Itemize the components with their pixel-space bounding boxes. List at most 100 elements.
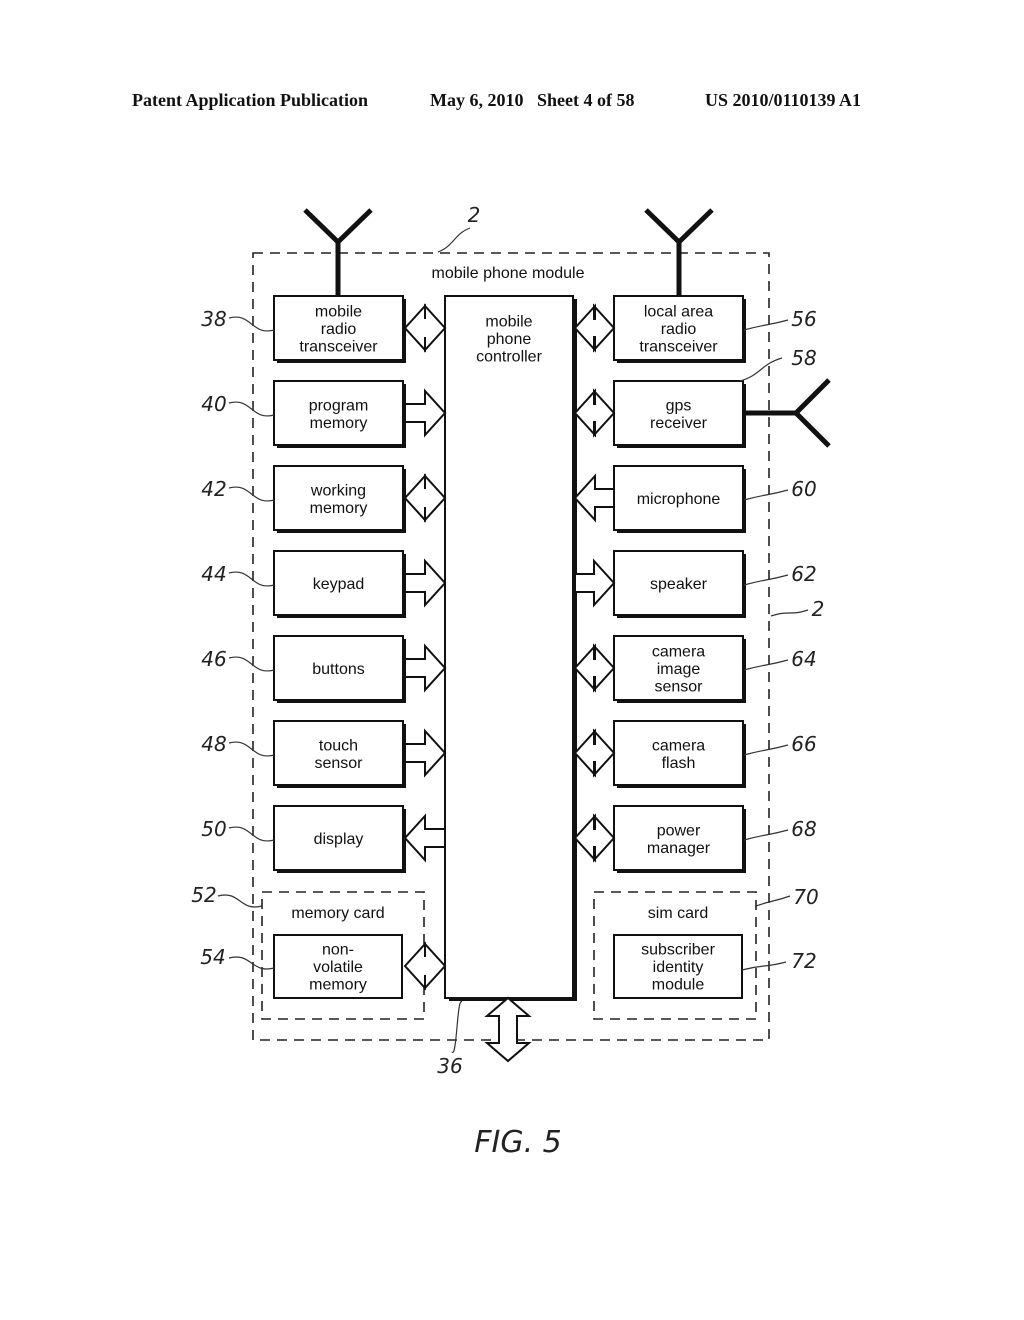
block-power-manager-reference-number: 68 [791, 817, 816, 841]
controller-label: controller [476, 349, 542, 366]
block-microphone-arrow [573, 473, 615, 523]
block-program-memory-arrow [404, 388, 447, 438]
block-working-memory-reference-number: 42 [201, 477, 226, 501]
block-camera-image-sensor-label: camera [652, 644, 705, 661]
block-keypad-label: keypad [313, 576, 365, 593]
block-camera-image-sensor-arrow [573, 643, 616, 693]
external-bus-arrow [484, 996, 532, 1063]
block-display-reference-leader [228, 826, 275, 842]
block-subscriber-identity-module-label: identity [653, 959, 704, 976]
memory-card-title: memory card [291, 905, 384, 922]
block-gps-receiver-antenna-icon [746, 378, 831, 448]
block-local-area-radio-transceiver-reference-number: 56 [791, 307, 816, 331]
block-mobile-radio-transceiver-reference-leader [228, 316, 275, 332]
block-display-reference-number: 50 [201, 817, 226, 841]
block-buttons-reference-number: 46 [201, 647, 226, 671]
block-power-manager-label: manager [647, 840, 711, 857]
block-camera-flash-reference-number: 66 [791, 732, 816, 756]
mobile-phone-controller [444, 295, 574, 999]
sim-card-reference-number: 70 [793, 885, 818, 909]
controller-label: phone [487, 331, 532, 348]
subscriber-identity-module-reference-number: 72 [791, 949, 816, 973]
sim-card-reference-leader [755, 895, 791, 907]
block-speaker-reference-leader [743, 574, 789, 586]
block-local-area-radio-transceiver-arrow [573, 303, 616, 353]
block-gps-receiver-label: gps [666, 397, 692, 414]
block-touch-sensor-reference-number: 48 [201, 732, 226, 756]
block-microphone-reference-number: 60 [791, 477, 816, 501]
block-gps-receiver-arrow [573, 388, 616, 438]
block-mobile-radio-transceiver-label: mobile [315, 304, 362, 321]
block-mobile-radio-transceiver-label: transceiver [299, 339, 378, 356]
module-side-reference-leader [770, 609, 809, 617]
block-camera-image-sensor-reference-number: 64 [791, 647, 816, 671]
block-speaker-label: speaker [650, 576, 708, 593]
block-non-volatile-memory-label: memory [309, 977, 367, 994]
block-camera-flash-label: camera [652, 737, 705, 754]
block-non-volatile-memory-label: non- [322, 942, 354, 959]
block-working-memory-arrow [403, 473, 447, 523]
block-display-label: display [314, 831, 364, 848]
block-power-manager-label: power [657, 822, 701, 839]
block-display-arrow [403, 813, 446, 863]
subscriber-identity-module-reference-leader [741, 961, 787, 971]
block-mobile-radio-transceiver-arrow [403, 303, 447, 353]
block-non-volatile-memory-arrow [403, 941, 447, 991]
block-camera-flash-label: flash [662, 755, 696, 772]
module-reference-number: 2 [468, 203, 481, 227]
sim-card-title: sim card [648, 905, 708, 922]
figure-caption: FIG. 5 [474, 1125, 562, 1160]
block-speaker-reference-number: 62 [791, 562, 816, 586]
block-keypad-reference-number: 44 [201, 562, 226, 586]
block-non-volatile-memory-label: volatile [313, 959, 363, 976]
block-program-memory-label: memory [310, 415, 368, 432]
module-reference-leader [437, 227, 471, 253]
block-local-area-radio-transceiver-label: transceiver [639, 339, 718, 356]
block-local-area-radio-transceiver-label: local area [644, 304, 713, 321]
module-reference-number-side: 2 [812, 597, 825, 621]
block-gps-receiver-reference-leader [739, 357, 783, 382]
block-camera-image-sensor-label: sensor [654, 679, 703, 696]
block-mobile-radio-transceiver-reference-number: 38 [201, 307, 226, 331]
block-gps-receiver-label: receiver [650, 415, 708, 432]
block-working-memory-label: working [310, 482, 366, 499]
non-volatile-memory-reference-leader [228, 956, 275, 970]
memory-card-reference-leader [217, 894, 263, 908]
block-camera-flash-reference-leader [743, 744, 789, 756]
non-volatile-memory-reference-number: 54 [200, 945, 225, 969]
block-program-memory-reference-leader [228, 401, 275, 417]
block-keypad-reference-leader [228, 571, 275, 587]
block-buttons-arrow [404, 643, 447, 693]
block-camera-image-sensor-label: image [657, 661, 701, 678]
block-working-memory-label: memory [310, 500, 368, 517]
controller-reference-leader [451, 1001, 463, 1053]
block-subscriber-identity-module-label: module [652, 977, 705, 994]
module-title: mobile phone module [432, 265, 585, 282]
block-keypad-arrow [404, 558, 447, 608]
block-local-area-radio-transceiver-label: radio [661, 321, 697, 338]
controller-label: mobile [485, 314, 532, 331]
block-microphone-reference-leader [743, 489, 789, 501]
block-diagram: mobile phone module22mobilephonecontroll… [191, 203, 831, 1160]
block-local-area-radio-transceiver-reference-leader [743, 319, 789, 331]
block-touch-sensor-label: touch [319, 737, 358, 754]
block-microphone-label: microphone [637, 491, 721, 508]
block-camera-flash-arrow [573, 728, 616, 778]
block-gps-receiver-reference-number: 58 [791, 346, 816, 370]
block-program-memory-label: program [309, 397, 369, 414]
block-power-manager-reference-leader [743, 829, 789, 841]
block-subscriber-identity-module-label: subscriber [641, 942, 715, 959]
memory-card-reference-number: 52 [191, 883, 216, 907]
block-power-manager-arrow [573, 813, 616, 863]
block-program-memory-reference-number: 40 [201, 392, 226, 416]
block-buttons-label: buttons [312, 661, 364, 678]
block-speaker-arrow [574, 558, 616, 608]
block-touch-sensor-label: sensor [314, 755, 363, 772]
block-mobile-radio-transceiver-label: radio [321, 321, 357, 338]
block-buttons-reference-leader [228, 656, 275, 672]
block-camera-image-sensor-reference-leader [743, 659, 789, 671]
controller-reference-number: 36 [437, 1054, 462, 1078]
block-touch-sensor-arrow [404, 728, 447, 778]
block-touch-sensor-reference-leader [228, 741, 275, 757]
block-working-memory-reference-leader [228, 486, 275, 502]
